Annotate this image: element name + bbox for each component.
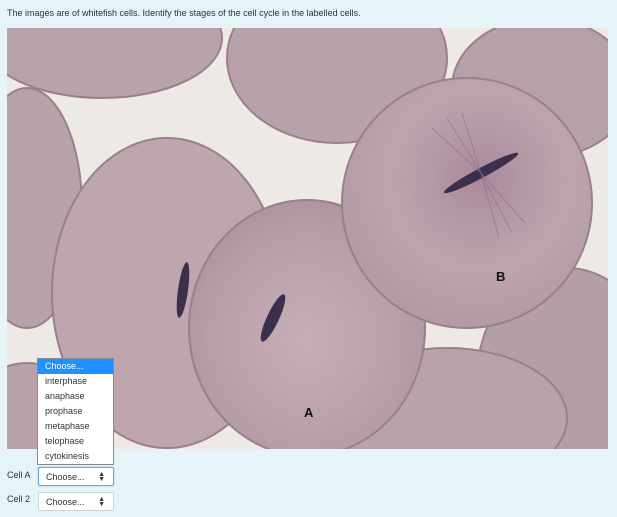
cell-a-select-value: Choose... — [46, 471, 85, 482]
option-prophase[interactable]: prophase — [38, 404, 113, 419]
cell-a-options-list[interactable]: Choose... interphase anaphase prophase m… — [37, 358, 114, 465]
updown-caret-icon: ▲ ▼ — [98, 496, 105, 508]
question-text: The images are of whitefish cells. Ident… — [7, 8, 361, 18]
updown-caret-icon: ▲ ▼ — [98, 471, 105, 483]
cell-2-select-value: Choose... — [46, 496, 85, 507]
option-anaphase[interactable]: anaphase — [38, 389, 113, 404]
cell-2-label: Cell 2 — [7, 494, 31, 504]
option-choose[interactable]: Choose... — [38, 359, 113, 374]
cell-2-select[interactable]: Choose... ▲ ▼ — [38, 492, 114, 511]
cell-a-label: Cell A — [7, 470, 31, 480]
option-telophase[interactable]: telophase — [38, 434, 113, 449]
cell-label-a: A — [304, 405, 314, 420]
option-metaphase[interactable]: metaphase — [38, 419, 113, 434]
option-interphase[interactable]: interphase — [38, 374, 113, 389]
cell-label-b: B — [496, 269, 505, 284]
cell-a-select[interactable]: Choose... ▲ ▼ — [38, 467, 114, 486]
option-cytokinesis[interactable]: cytokinesis — [38, 449, 113, 464]
